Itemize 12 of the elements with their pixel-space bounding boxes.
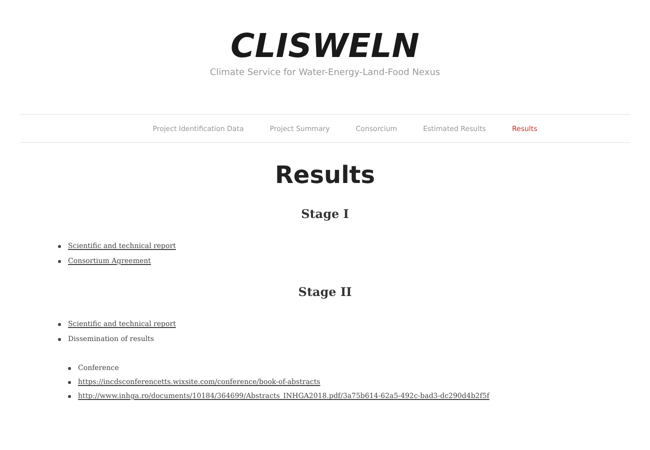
bullet-icon [58,245,61,248]
bullet-icon [68,395,71,398]
bullet-icon [68,367,71,370]
section-heading: Stage I [300,207,350,221]
bullet-icon [68,381,71,384]
site-tagline: Climate Service for Water-Energy-Land-Food Nexus [210,68,440,78]
site-logo[interactable]: CLISWELN [230,28,420,64]
bullet-icon [58,323,61,326]
section-heading: Stage II [297,285,353,299]
page-title: Results [274,161,376,189]
bullet-icon [58,338,61,341]
bullet-icon [58,260,61,263]
